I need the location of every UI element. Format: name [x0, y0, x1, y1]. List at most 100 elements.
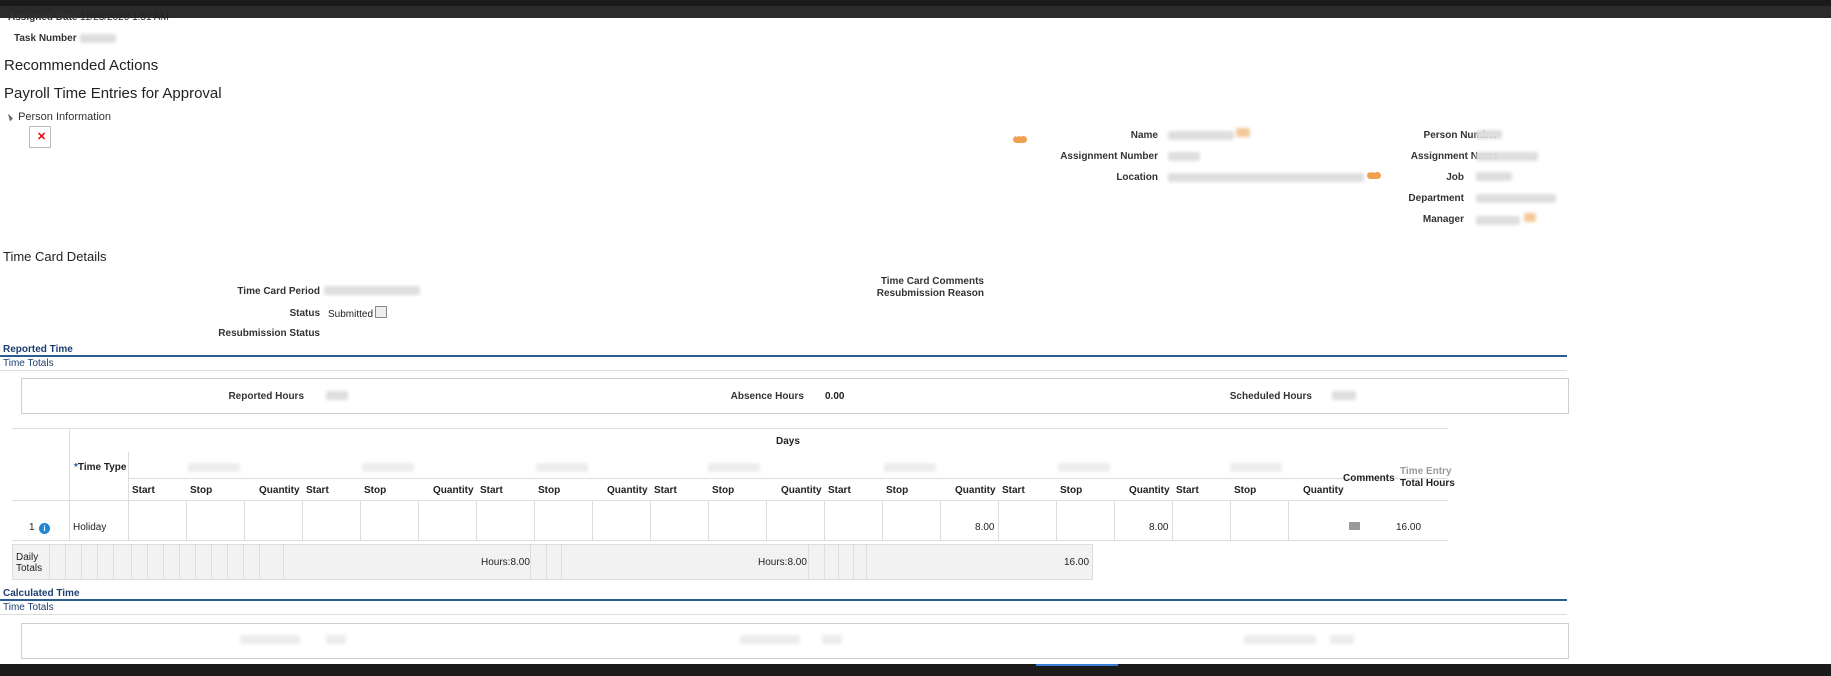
- daily-total-cell-13: [243, 544, 244, 579]
- day-header-3: [536, 463, 588, 472]
- daily-total-cell-8: [163, 544, 164, 579]
- person-information-header[interactable]: Person Information: [5, 111, 111, 123]
- reported-hours-value: [326, 391, 348, 400]
- daily-hours-1: Hours:8.00: [481, 557, 530, 568]
- entry-cell-day3-stop[interactable]: [534, 500, 535, 540]
- entry-cell-day5-start[interactable]: [824, 500, 825, 540]
- subheader-quantity-day7: Quantity: [1303, 485, 1344, 496]
- entry-cell-day6-start[interactable]: [998, 500, 999, 540]
- entry-cell-day7-start[interactable]: [1172, 500, 1173, 540]
- collapse-triangle-icon[interactable]: [5, 113, 13, 122]
- daily-total-cell-2: [65, 544, 66, 579]
- location-value: [1168, 173, 1364, 182]
- entry-cell-day3-quantity[interactable]: [592, 500, 593, 540]
- recommended-actions-title: Recommended Actions: [4, 57, 159, 74]
- entry-cell-day2-stop[interactable]: [360, 500, 361, 540]
- calc-absence-hours: [740, 635, 800, 644]
- subheader-quantity-day1: Quantity: [259, 485, 300, 496]
- department-value: [1476, 194, 1556, 203]
- subheader-stop-day3: Stop: [538, 485, 561, 496]
- assignment-name-value: [1476, 152, 1538, 161]
- entry-cell-day2-quantity[interactable]: [418, 500, 419, 540]
- top-bar: [0, 0, 1831, 18]
- time-card-period-label: Time Card Period: [237, 286, 320, 297]
- daily-totals-label: Daily Totals: [16, 552, 43, 574]
- row-total: 16.00: [1396, 522, 1422, 533]
- entry-cell-day4-stop[interactable]: [708, 500, 709, 540]
- time-type-value[interactable]: Holiday: [73, 522, 106, 533]
- assigned-date-value: 11/23/2020 1:51 AM: [80, 12, 169, 23]
- subheader-stop-day6: Stop: [1060, 485, 1083, 496]
- subheader-quantity-day2: Quantity: [433, 485, 474, 496]
- day-header-5: [884, 463, 936, 472]
- entry-cell-day3-start[interactable]: [476, 500, 477, 540]
- time-totals-rule: [0, 370, 1567, 371]
- more-options-icon[interactable]: [1013, 131, 1027, 143]
- entry-cell-day5-stop[interactable]: [882, 500, 883, 540]
- daily-total-cell-6: [131, 544, 132, 579]
- time-totals-label[interactable]: Time Totals: [3, 358, 54, 369]
- subheader-start-day3: Start: [480, 485, 503, 496]
- daily-total-cell-5: [113, 544, 114, 579]
- calc-absence-value: [822, 635, 842, 644]
- calculated-time-totals-label[interactable]: Time Totals: [3, 602, 54, 613]
- daily-total-cell-9: [179, 544, 180, 579]
- table-top-border: [12, 428, 1448, 429]
- job-label: Job: [1446, 172, 1464, 183]
- calculated-time-rule: [0, 599, 1567, 601]
- person-number-value: [1476, 130, 1502, 139]
- manager-contact-icon[interactable]: [1524, 213, 1536, 222]
- task-number-label: Task Number: [14, 33, 77, 44]
- bottom-bar-tab[interactable]: [1036, 664, 1118, 666]
- entry-cell-day5-quantity[interactable]: [940, 500, 941, 540]
- scheduled-hours-label: Scheduled Hours: [1229, 391, 1312, 402]
- subheader-stop-day1: Stop: [190, 485, 213, 496]
- daily-total-cell-22: [853, 544, 854, 579]
- entry-cell-day4-start[interactable]: [650, 500, 651, 540]
- entry-cell-day1-stop[interactable]: [186, 500, 187, 540]
- subheader-start-day1: Start: [132, 485, 155, 496]
- time-entry-label: Time Entry: [1400, 466, 1452, 477]
- entry-cell-day1-start[interactable]: [128, 500, 129, 540]
- day-header-7: [1230, 463, 1282, 472]
- entry-cell-day2-start[interactable]: [302, 500, 303, 540]
- calc-scheduled-value: [1330, 635, 1354, 644]
- entry-cell-day4-quantity[interactable]: [766, 500, 767, 540]
- entry-cell-day6-stop[interactable]: [1056, 500, 1057, 540]
- day-header-1: [188, 463, 240, 472]
- subheader-start-day2: Start: [306, 485, 329, 496]
- entry-cell-day7-stop[interactable]: [1230, 500, 1231, 540]
- time-entry-total-hours-header: Time Entry Total Hours: [1400, 466, 1455, 490]
- entry-cell-day6-quantity[interactable]: [1114, 500, 1115, 540]
- daily-total-cell-3: [81, 544, 82, 579]
- top-bar-strip: [0, 6, 1831, 18]
- time-card-period-value[interactable]: [324, 286, 420, 295]
- assignment-number-value: [1168, 152, 1200, 161]
- person-information-label: Person Information: [18, 111, 111, 123]
- daily-total-cell-7: [147, 544, 148, 579]
- status-detail-icon[interactable]: [375, 306, 387, 318]
- subheader-stop-day4: Stop: [712, 485, 735, 496]
- time-type-label: Time Type: [77, 462, 127, 473]
- entry-cell-day1-quantity[interactable]: [244, 500, 245, 540]
- time-card-details-title: Time Card Details: [3, 249, 107, 264]
- row-top-border: [12, 500, 1448, 501]
- subheader-stop-day5: Stop: [886, 485, 909, 496]
- entry-cell-day7-quantity[interactable]: [1288, 500, 1289, 540]
- comment-icon[interactable]: [1349, 522, 1360, 530]
- days-header: Days: [776, 436, 800, 447]
- daily-totals-row: [12, 544, 1093, 580]
- quantity-day5[interactable]: 8.00: [975, 522, 994, 533]
- quantity-day6[interactable]: 8.00: [1149, 522, 1168, 533]
- name-contact-icon[interactable]: [1236, 128, 1250, 137]
- subheader-quantity-day6: Quantity: [1129, 485, 1170, 496]
- absence-hours-value: 0.00: [825, 391, 845, 402]
- assignment-number-label: Assignment Number: [1060, 151, 1158, 162]
- info-icon[interactable]: i: [39, 523, 50, 534]
- daily-total-cell-10: [195, 544, 196, 579]
- row-index: 1: [29, 522, 35, 533]
- resubmission-reason-label: Resubmission Reason: [876, 288, 984, 299]
- bottom-bar: [0, 664, 1831, 676]
- status-value: Submitted: [328, 309, 374, 320]
- daily-total-cell-21: [838, 544, 839, 579]
